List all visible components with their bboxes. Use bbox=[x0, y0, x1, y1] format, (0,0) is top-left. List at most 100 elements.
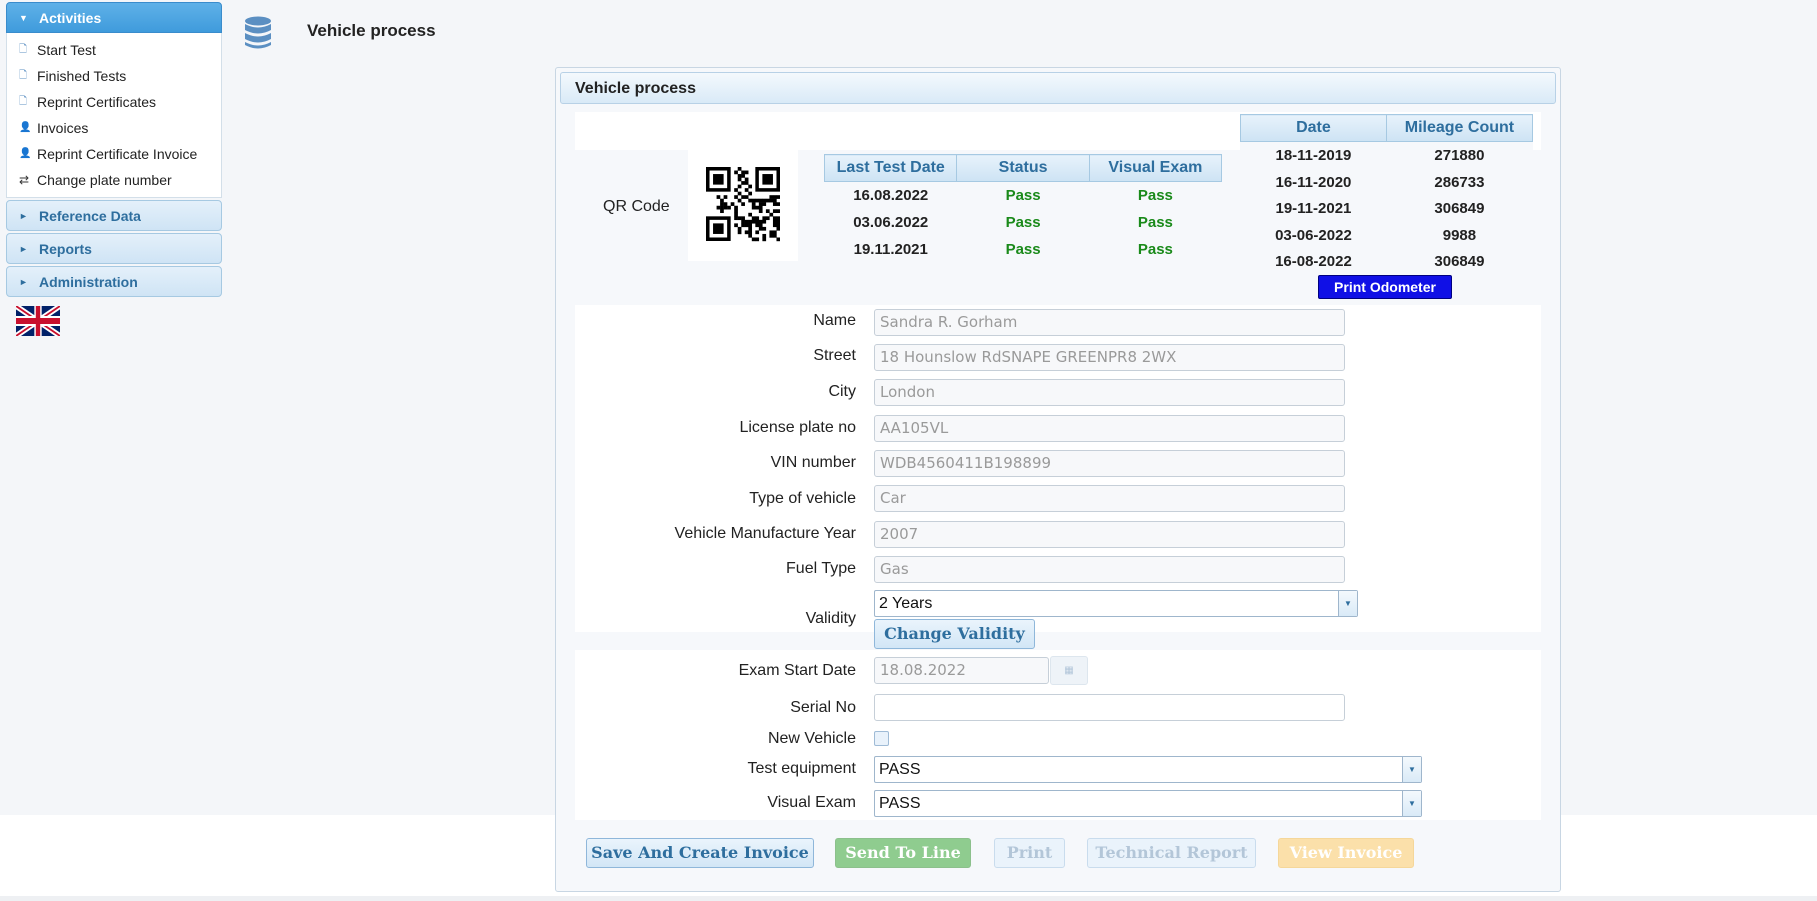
col-date: Date bbox=[1240, 114, 1387, 142]
vin-label: VIN number bbox=[770, 454, 856, 471]
document-icon: 🗋 bbox=[19, 96, 28, 107]
technical-report-button[interactable]: Technical Report bbox=[1087, 838, 1256, 868]
cell-mileage: 286733 bbox=[1434, 173, 1485, 191]
chevron-down-icon[interactable]: ▼ bbox=[1402, 757, 1421, 782]
fuel-type-field[interactable]: Gas bbox=[874, 556, 1345, 583]
license-plate-field[interactable]: AA105VL bbox=[874, 415, 1345, 442]
save-and-create-invoice-button[interactable]: Save And Create Invoice bbox=[586, 838, 814, 868]
sidebar-activities-header[interactable]: ▼ Activities bbox=[6, 2, 222, 33]
cell-date: 19.11.2021 bbox=[853, 240, 928, 258]
table-row: 18-11-2019 271880 bbox=[1241, 142, 1533, 169]
cell-date: 18-11-2019 bbox=[1275, 146, 1352, 164]
exam-start-date-label: Exam Start Date bbox=[738, 662, 856, 679]
chevron-down-icon[interactable]: ▼ bbox=[1338, 591, 1357, 616]
cell-date: 16-08-2022 bbox=[1275, 253, 1352, 270]
sidebar-administration-header[interactable]: ► Administration bbox=[6, 266, 222, 297]
view-invoice-button[interactable]: View Invoice bbox=[1278, 838, 1414, 868]
fuel-type-label: Fuel Type bbox=[786, 560, 856, 577]
vehicle-type-field[interactable]: Car bbox=[874, 485, 1345, 512]
mileage-table: Date Mileage Count 18-11-2019 271880 16-… bbox=[1240, 114, 1534, 275]
street-field[interactable]: 18 Hounslow RdSNAPE GREENPR8 2WX bbox=[874, 344, 1345, 371]
manufacture-year-field[interactable]: 2007 bbox=[874, 521, 1345, 548]
cell-visual: Pass bbox=[1137, 240, 1173, 258]
sidebar-item-change-plate-number[interactable]: ⇄ Change plate number bbox=[7, 167, 221, 193]
qr-code-icon bbox=[706, 167, 780, 242]
table-row: 19.11.2021 Pass Pass bbox=[825, 236, 1222, 263]
user-icon: 👤 bbox=[19, 122, 32, 133]
sidebar-item-label: Change plate number bbox=[37, 172, 172, 188]
table-row: 16.08.2022 Pass Pass bbox=[825, 182, 1222, 209]
new-vehicle-label: New Vehicle bbox=[767, 730, 856, 747]
cell-mileage: 9988 bbox=[1442, 226, 1477, 244]
sidebar-activities-label: Activities bbox=[39, 10, 102, 26]
sidebar-item-invoices[interactable]: 👤 Invoices bbox=[7, 115, 221, 141]
name-label: Name bbox=[813, 312, 856, 329]
bottom-divider bbox=[0, 896, 1817, 901]
sidebar-item-start-test[interactable]: 🗋 Start Test bbox=[7, 37, 221, 63]
validity-select[interactable]: 2 Years ▼ bbox=[874, 590, 1358, 617]
exam-start-date-field[interactable]: 18.08.2022 bbox=[874, 657, 1049, 684]
document-icon: 🗋 bbox=[19, 70, 28, 81]
sidebar-activities-menu: 🗋 Start Test 🗋 Finished Tests 🗋 Reprint … bbox=[6, 33, 222, 198]
sidebar-item-reprint-certificates[interactable]: 🗋 Reprint Certificates bbox=[7, 89, 221, 115]
test-equipment-select[interactable]: PASS ▼ bbox=[874, 756, 1422, 783]
street-label: Street bbox=[813, 347, 856, 364]
col-mileage-count: Mileage Count bbox=[1385, 114, 1534, 142]
caret-down-icon: ▼ bbox=[19, 13, 28, 23]
uk-flag-icon[interactable] bbox=[16, 306, 60, 336]
user-icon: 👤 bbox=[19, 148, 32, 159]
cell-date: 19-11-2021 bbox=[1275, 200, 1352, 217]
sidebar-item-finished-tests[interactable]: 🗋 Finished Tests bbox=[7, 63, 221, 89]
city-label: City bbox=[828, 383, 856, 400]
new-vehicle-checkbox[interactable] bbox=[874, 731, 889, 746]
document-icon: 🗋 bbox=[19, 44, 28, 55]
tests-table: Last Test Date Status Visual Exam 16.08.… bbox=[823, 154, 1223, 263]
visual-exam-select[interactable]: PASS ▼ bbox=[874, 790, 1422, 817]
serial-no-label: Serial No bbox=[790, 699, 856, 716]
print-button[interactable]: Print bbox=[994, 838, 1065, 868]
serial-no-field[interactable] bbox=[874, 694, 1345, 721]
name-field[interactable]: Sandra R. Gorham bbox=[874, 309, 1345, 336]
vehicle-type-label: Type of vehicle bbox=[749, 490, 856, 507]
swap-icon: ⇄ bbox=[19, 173, 30, 187]
manufacture-year-label: Vehicle Manufacture Year bbox=[674, 525, 856, 542]
cell-date: 03.06.2022 bbox=[853, 213, 929, 231]
sidebar-reference-data-header[interactable]: ► Reference Data bbox=[6, 200, 222, 231]
table-row: 03-06-2022 9988 bbox=[1241, 222, 1533, 249]
sidebar-section-label: Reference Data bbox=[39, 208, 141, 224]
visual-exam-value: PASS bbox=[879, 795, 921, 812]
qr-code bbox=[688, 150, 798, 261]
sidebar-item-label: Finished Tests bbox=[37, 68, 127, 84]
cell-visual: Pass bbox=[1137, 186, 1173, 204]
database-icon bbox=[245, 16, 271, 49]
sidebar-reports-header[interactable]: ► Reports bbox=[6, 233, 222, 264]
cell-status: Pass bbox=[1005, 186, 1041, 204]
cell-date: 16.08.2022 bbox=[853, 186, 929, 204]
sidebar-item-label: Start Test bbox=[37, 42, 96, 58]
col-visual-exam: Visual Exam bbox=[1088, 154, 1223, 182]
col-last-test-date: Last Test Date bbox=[823, 154, 958, 182]
vin-field[interactable]: WDB4560411B198899 bbox=[874, 450, 1345, 477]
calendar-icon[interactable]: ▦ bbox=[1050, 656, 1088, 685]
sidebar: ▼ Activities 🗋 Start Test 🗋 Finished Tes… bbox=[6, 2, 222, 297]
cell-mileage: 306849 bbox=[1434, 253, 1485, 270]
city-field[interactable]: London bbox=[874, 379, 1345, 406]
send-to-line-button[interactable]: Send To Line bbox=[835, 838, 971, 868]
caret-right-icon: ► bbox=[19, 211, 28, 221]
validity-label: Validity bbox=[805, 610, 856, 627]
sidebar-item-reprint-certificate-invoice[interactable]: 👤 Reprint Certificate Invoice bbox=[7, 141, 221, 167]
qr-code-label: QR Code bbox=[603, 198, 670, 215]
cell-date: 03-06-2022 bbox=[1275, 226, 1352, 244]
table-row: 19-11-2021 306849 bbox=[1241, 196, 1533, 222]
cell-mileage: 271880 bbox=[1434, 146, 1485, 164]
table-row: 16-11-2020 286733 bbox=[1241, 169, 1533, 196]
table-row: 16-08-2022 306849 bbox=[1241, 249, 1533, 275]
caret-right-icon: ► bbox=[19, 244, 28, 254]
sidebar-section-label: Administration bbox=[39, 274, 138, 290]
print-odometer-button[interactable]: Print Odometer bbox=[1318, 275, 1452, 299]
sidebar-item-label: Reprint Certificate Invoice bbox=[37, 146, 198, 162]
change-validity-button[interactable]: Change Validity bbox=[874, 619, 1035, 649]
panel-title: Vehicle process bbox=[560, 72, 1556, 104]
chevron-down-icon[interactable]: ▼ bbox=[1402, 791, 1421, 816]
cell-date: 16-11-2020 bbox=[1275, 173, 1352, 191]
